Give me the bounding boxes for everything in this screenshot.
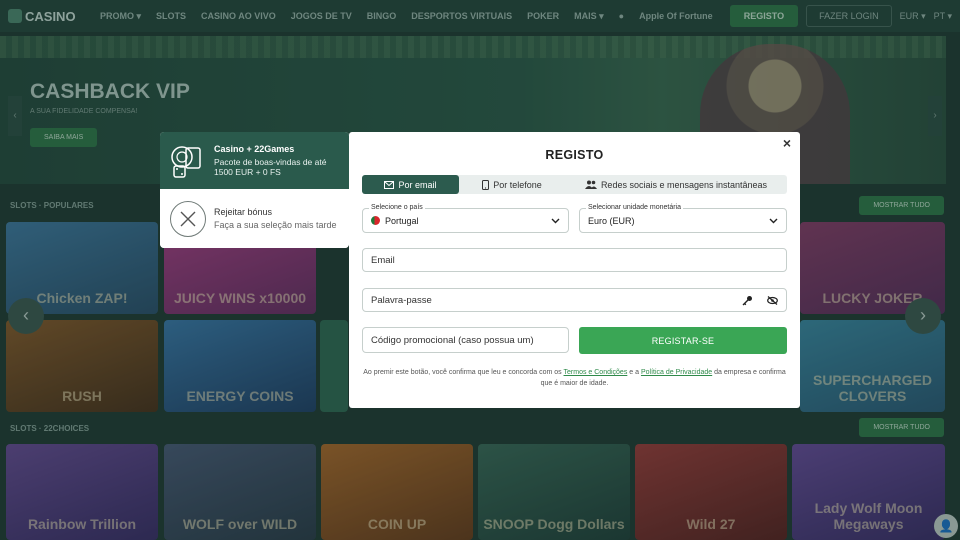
- terms-link[interactable]: Termos e Condições: [564, 369, 628, 376]
- reject-description: Faça a sua seleção mais tarde: [214, 220, 337, 230]
- envelope-icon: [384, 180, 395, 189]
- key-icon[interactable]: [742, 295, 753, 306]
- tab-social[interactable]: Redes sociais e mensagens instantâneas: [565, 175, 787, 194]
- portugal-flag-icon: [371, 216, 380, 225]
- modal-title: REGISTO: [545, 148, 604, 162]
- casino-chips-icon: [171, 145, 201, 178]
- password-field[interactable]: Palavra-passe: [362, 288, 787, 312]
- bonus-selection-panel: Casino + 22Games Pacote de boas-vindas d…: [160, 132, 349, 248]
- promo-code-placeholder: Código promocional (caso possua um): [371, 334, 534, 346]
- country-select-value: Portugal: [385, 215, 419, 226]
- legal-text: e a: [629, 369, 640, 376]
- password-field-icons: [742, 289, 778, 311]
- bonus-option-casino[interactable]: Casino + 22Games Pacote de boas-vindas d…: [160, 132, 349, 189]
- registration-method-tabs: Por email Por telefone Redes sociais e m…: [362, 175, 787, 194]
- tab-label: Por email: [398, 179, 437, 190]
- bonus-title: Casino + 22Games: [214, 143, 295, 154]
- register-submit-button[interactable]: REGISTAR-SE: [579, 327, 787, 354]
- promo-code-field[interactable]: Código promocional (caso possua um): [362, 327, 569, 353]
- privacy-link[interactable]: Política de Privacidade: [641, 369, 712, 376]
- phone-icon: [482, 179, 490, 190]
- currency-select[interactable]: Selecionar unidade monetária Euro (EUR): [579, 204, 787, 233]
- country-select[interactable]: Selecione o país Portugal: [362, 204, 569, 233]
- legal-text: Ao premir este botão, você confirma que …: [363, 369, 562, 376]
- tab-label: Redes sociais e mensagens instantâneas: [600, 179, 768, 190]
- people-icon: [584, 180, 597, 189]
- tab-label: Por telefone: [493, 179, 542, 190]
- chevron-down-icon: [769, 209, 778, 232]
- tab-phone[interactable]: Por telefone: [459, 175, 565, 194]
- reject-title: Rejeitar bónus: [214, 207, 273, 217]
- chevron-down-icon: [551, 209, 560, 232]
- registration-modal: × REGISTO Por email Por telefone Redes s…: [349, 132, 800, 408]
- eye-slash-icon[interactable]: [767, 295, 778, 305]
- password-placeholder: Palavra-passe: [371, 294, 432, 306]
- legal-notice: Ao premir este botão, você confirma que …: [362, 367, 787, 389]
- reject-x-icon: [170, 200, 206, 237]
- reject-bonus-option[interactable]: Rejeitar bónus Faça a sua seleção mais t…: [160, 189, 349, 248]
- currency-select-value: Euro (EUR): [588, 215, 635, 226]
- country-select-value-wrap: Portugal: [371, 209, 419, 232]
- tab-email[interactable]: Por email: [362, 175, 459, 194]
- bonus-description: Pacote de boas-vindas de até 1500 EUR + …: [214, 156, 327, 177]
- email-placeholder: Email: [371, 254, 395, 266]
- email-field[interactable]: Email: [362, 248, 787, 272]
